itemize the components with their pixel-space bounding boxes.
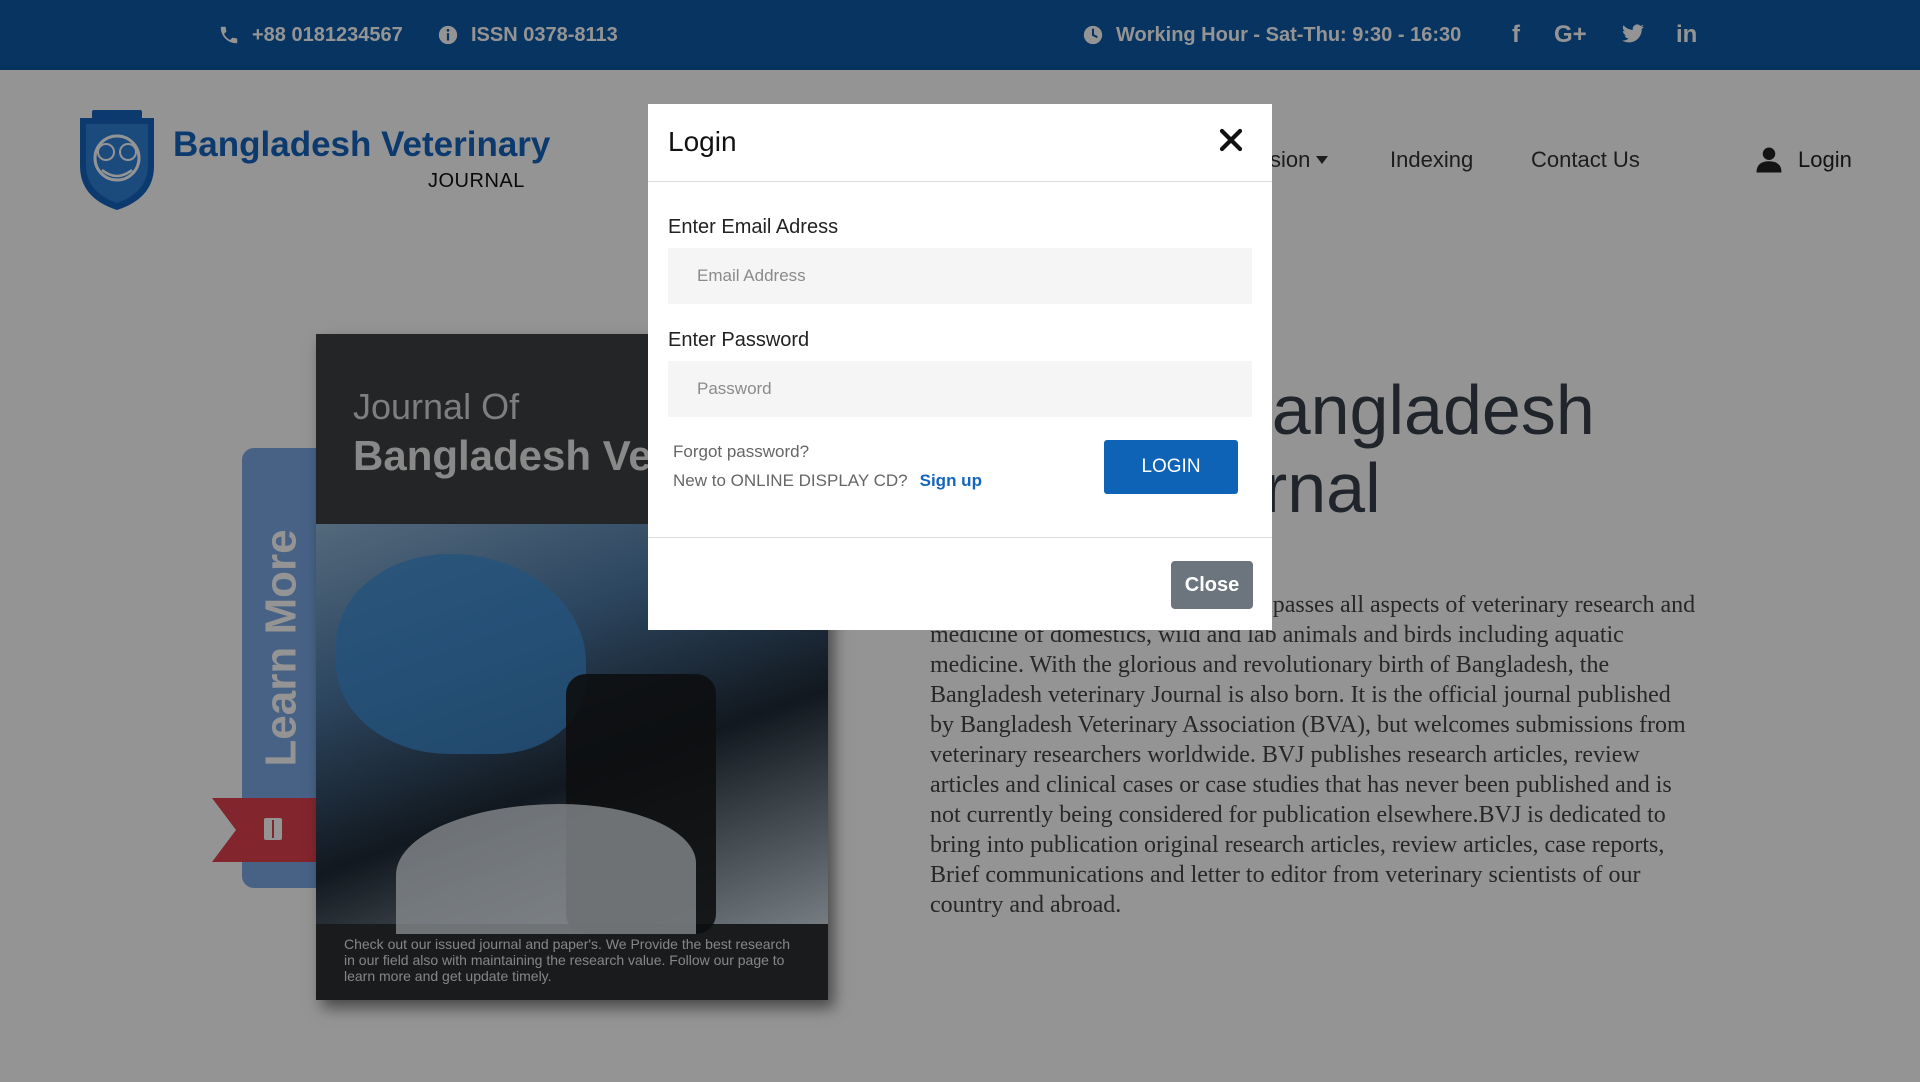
signup-prompt-text: New to ONLINE DISPLAY CD?	[673, 471, 908, 490]
close-icon[interactable]	[1214, 122, 1248, 158]
email-label: Enter Email Adress	[668, 216, 839, 238]
close-button[interactable]: Close	[1171, 561, 1253, 609]
password-label: Enter Password	[668, 329, 810, 351]
password-field[interactable]	[668, 361, 1252, 417]
modal-footer-divider	[648, 537, 1272, 538]
signup-prompt: New to ONLINE DISPLAY CD? Sign up	[673, 471, 982, 491]
login-submit-button[interactable]: LOGIN	[1104, 440, 1238, 494]
email-field[interactable]	[668, 248, 1252, 304]
modal-header: Login	[648, 104, 1272, 182]
modal-title: Login	[668, 126, 737, 157]
login-modal: Login Enter Email Adress Enter Password …	[648, 104, 1272, 630]
signup-link[interactable]: Sign up	[920, 471, 982, 490]
forgot-password-link[interactable]: Forgot password?	[673, 442, 809, 462]
